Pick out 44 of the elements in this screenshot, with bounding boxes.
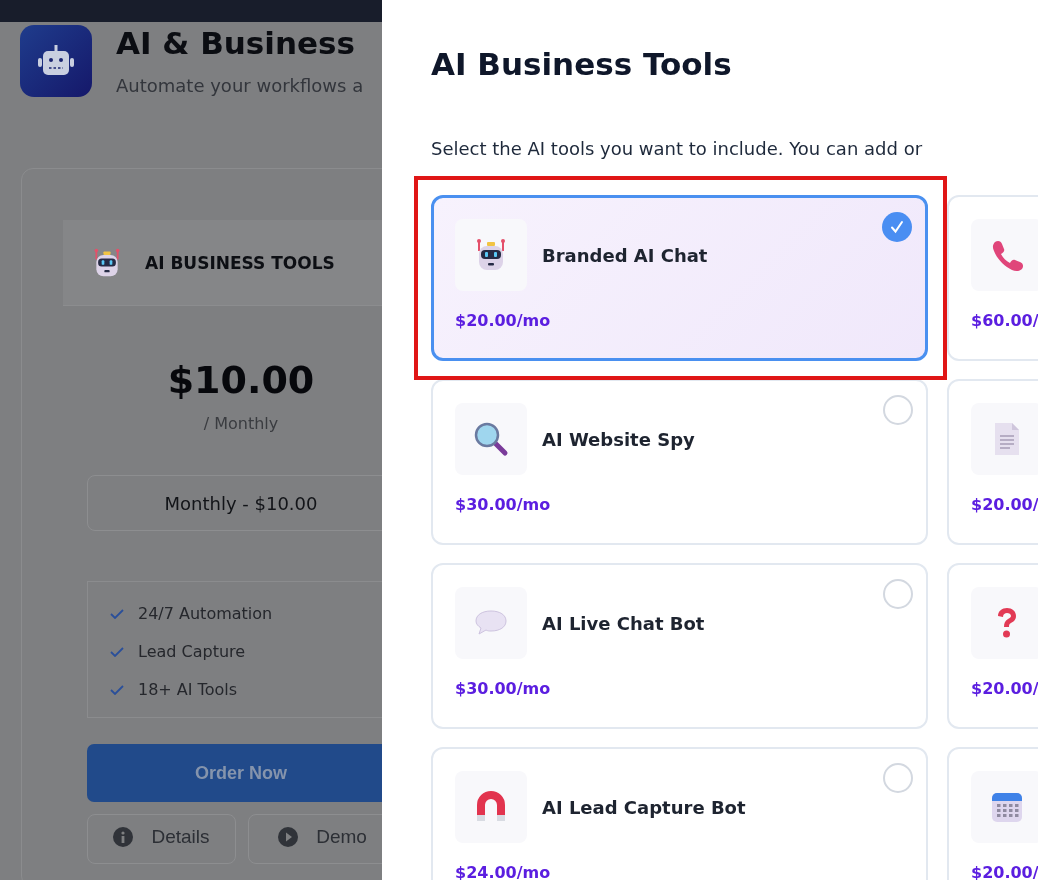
tool-card[interactable]: AI Website Spy $30.00/mo xyxy=(431,379,928,545)
page-title: AI & Business xyxy=(116,25,356,61)
tool-card[interactable]: $60.00/ xyxy=(947,195,1038,361)
document-icon xyxy=(992,421,1022,457)
tool-card[interactable]: $20.00/ xyxy=(947,747,1038,880)
tool-price: $20.00/ xyxy=(971,495,1038,514)
robot-icon xyxy=(38,44,74,78)
tool-card[interactable]: $20.00/ xyxy=(947,563,1038,729)
feature-text: 24/7 Automation xyxy=(138,604,273,623)
feature-text: 18+ AI Tools xyxy=(138,680,237,699)
plan-name: AI BUSINESS TOOLS xyxy=(145,252,335,273)
check-icon xyxy=(110,646,124,657)
info-icon xyxy=(113,827,134,847)
tool-name: AI Website Spy xyxy=(542,428,695,450)
tool-price: $20.00/ xyxy=(971,679,1038,698)
check-icon xyxy=(110,608,124,619)
plan-price: $10.00 xyxy=(167,358,315,402)
checkmark-icon xyxy=(890,220,904,234)
page-subtitle: Automate your workflows a xyxy=(116,75,364,96)
tool-price: $30.00/mo xyxy=(455,495,551,514)
check-icon xyxy=(110,684,124,695)
tool-name: AI Live Chat Bot xyxy=(542,612,705,634)
tool-price: $60.00/ xyxy=(971,311,1038,330)
tool-price: $24.00/mo xyxy=(455,863,551,880)
tool-card[interactable]: Branded AI Chat $20.00/mo xyxy=(431,195,928,361)
tool-price: $20.00/mo xyxy=(455,311,551,330)
tool-card[interactable]: $20.00/ xyxy=(947,379,1038,545)
play-icon xyxy=(278,827,299,847)
tool-price: $20.00/ xyxy=(971,863,1038,880)
calendar-icon xyxy=(990,790,1024,824)
tool-price: $30.00/mo xyxy=(455,679,551,698)
tool-checkbox[interactable] xyxy=(883,395,913,425)
drawer-title: AI Business Tools xyxy=(431,46,733,82)
billing-period: / Monthly xyxy=(203,414,279,433)
tool-card[interactable]: AI Live Chat Bot $30.00/mo xyxy=(431,563,928,729)
feature-text: Lead Capture xyxy=(138,642,246,661)
tool-checkbox[interactable] xyxy=(883,763,913,793)
tool-name: Branded AI Chat xyxy=(542,244,708,266)
drawer-subtitle: Select the AI tools you want to include. You can add or xyxy=(431,138,924,159)
tool-name: AI Lead Capture Bot xyxy=(542,796,746,818)
tool-checkbox[interactable] xyxy=(882,212,912,242)
tool-checkbox[interactable] xyxy=(883,579,913,609)
tool-card[interactable]: AI Lead Capture Bot $24.00/mo xyxy=(431,747,928,880)
magnifier-icon xyxy=(473,421,509,457)
